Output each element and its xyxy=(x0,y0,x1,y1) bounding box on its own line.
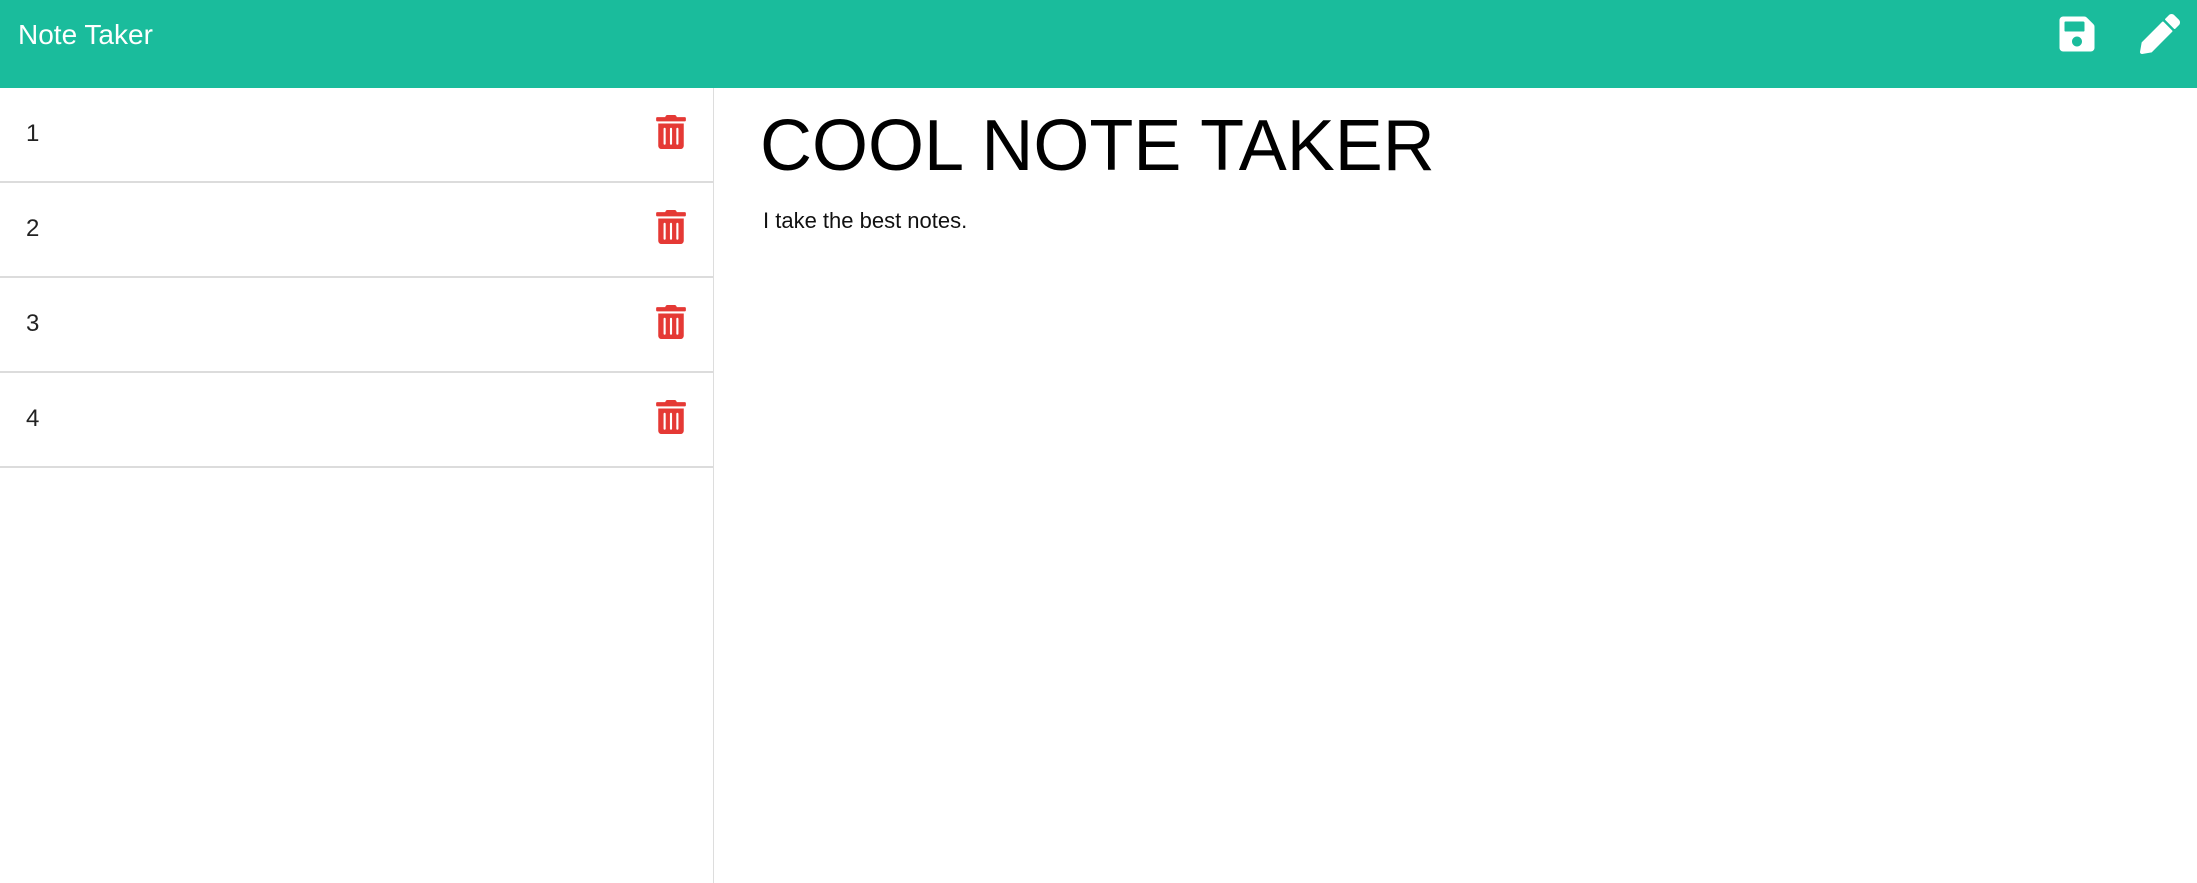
note-list-item-title[interactable]: 2 xyxy=(26,213,39,245)
note-list-item[interactable]: 3 xyxy=(0,278,713,373)
trash-icon[interactable] xyxy=(656,210,686,244)
note-list-item-title[interactable]: 3 xyxy=(26,308,39,340)
trash-icon[interactable] xyxy=(656,400,686,434)
floppy-disk-icon xyxy=(2059,16,2095,52)
note-list-item[interactable]: 1 xyxy=(0,88,713,183)
navbar: Note Taker xyxy=(0,0,2197,88)
note-list-item[interactable]: 4 xyxy=(0,373,713,468)
trash-icon[interactable] xyxy=(656,305,686,339)
note-text-input[interactable]: I take the best notes. xyxy=(763,206,2143,806)
note-title-input[interactable] xyxy=(760,106,2140,186)
note-list-item-title[interactable]: 1 xyxy=(26,118,39,150)
note-list: 1 2 3 4 xyxy=(0,88,713,468)
note-list-sidebar: 1 2 3 4 xyxy=(0,88,714,883)
save-note-icon[interactable] xyxy=(2057,14,2097,54)
note-editor: I take the best notes. xyxy=(714,88,2197,883)
new-note-icon[interactable] xyxy=(2140,14,2180,54)
pencil-icon xyxy=(2140,14,2180,54)
note-list-item[interactable]: 2 xyxy=(0,183,713,278)
brand-title[interactable]: Note Taker xyxy=(18,17,153,53)
note-list-item-title[interactable]: 4 xyxy=(26,403,39,435)
trash-icon[interactable] xyxy=(656,115,686,149)
